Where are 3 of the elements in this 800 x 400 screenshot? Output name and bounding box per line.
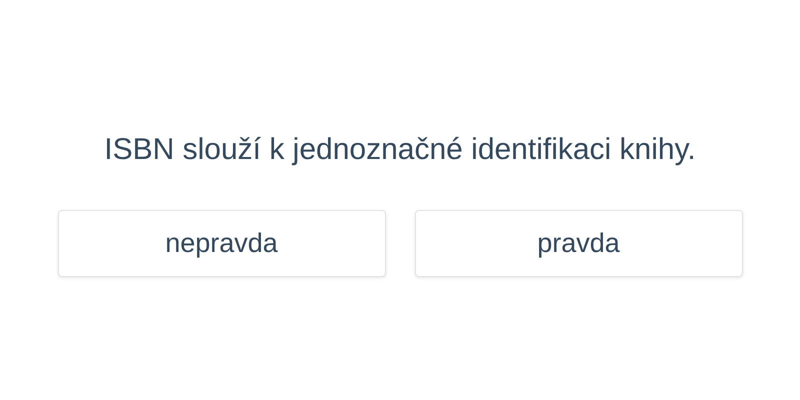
answer-button[interactable]: pravda xyxy=(414,210,742,277)
question-text: ISBN slouží k jednoznačné identifikaci knihy. xyxy=(104,132,696,168)
answer-button[interactable]: nepravda xyxy=(58,210,386,277)
